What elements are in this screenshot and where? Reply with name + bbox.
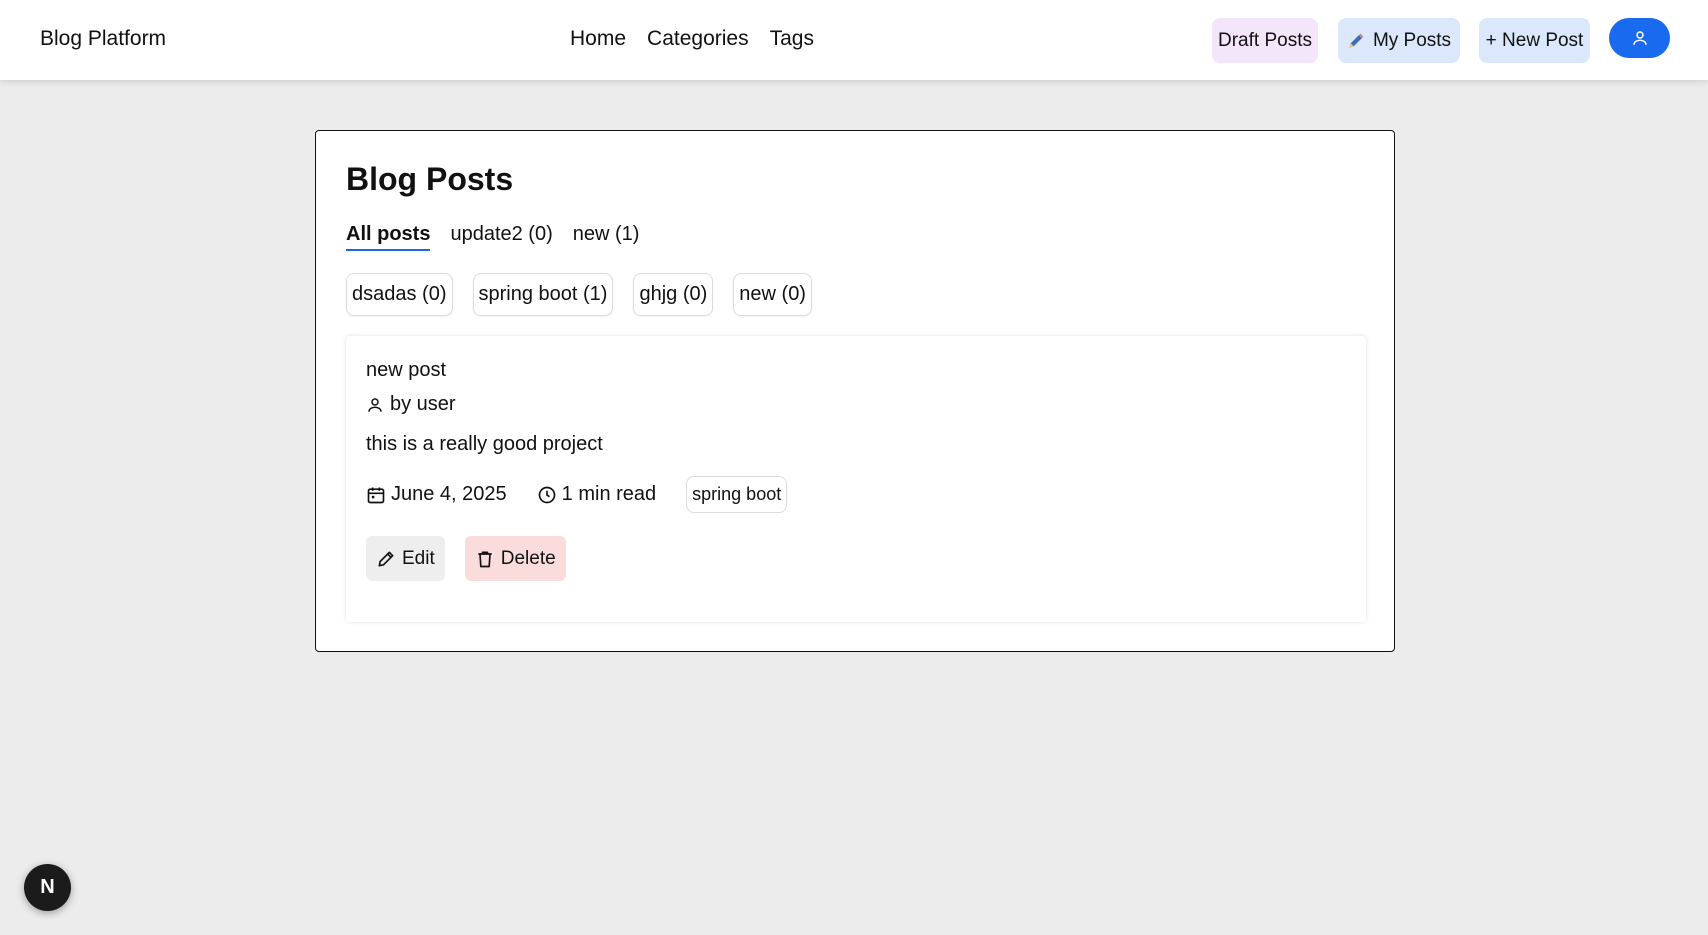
tab-new[interactable]: new (1) xyxy=(573,223,640,251)
tab-all-posts[interactable]: All posts xyxy=(346,223,431,251)
tag-filter-new[interactable]: new (0) xyxy=(733,273,812,316)
post-read-time-label: 1 min read xyxy=(561,483,657,505)
post-author: by user xyxy=(366,393,456,416)
post-meta: June 4, 2025 1 min read spring boot xyxy=(366,476,788,513)
clock-icon xyxy=(537,485,557,505)
user-icon xyxy=(366,396,384,414)
new-post-button[interactable]: + New Post xyxy=(1479,18,1590,63)
draft-posts-button[interactable]: Draft Posts xyxy=(1212,18,1318,63)
user-icon xyxy=(1631,29,1649,47)
tag-filter-ghjg[interactable]: ghjg (0) xyxy=(633,273,714,316)
nav-tags[interactable]: Tags xyxy=(770,27,814,51)
category-tabs: All posts update2 (0) new (1) xyxy=(346,223,639,251)
post-excerpt: this is a really good project xyxy=(366,433,603,455)
main-nav: Home Categories Tags xyxy=(570,27,814,51)
delete-button[interactable]: Delete xyxy=(464,536,566,581)
pencil-icon xyxy=(1347,32,1365,50)
user-menu-button[interactable] xyxy=(1609,18,1670,58)
tab-update2[interactable]: update2 (0) xyxy=(450,223,552,251)
calendar-icon xyxy=(366,485,386,505)
nextjs-badge[interactable]: N xyxy=(24,864,71,911)
trash-icon xyxy=(475,549,495,569)
post-read-time: 1 min read xyxy=(537,483,657,506)
edit-label: Edit xyxy=(402,547,435,569)
edit-button[interactable]: Edit xyxy=(366,536,445,581)
pencil-icon xyxy=(376,549,396,569)
post-actions: Edit Delete xyxy=(366,536,566,581)
nav-home[interactable]: Home xyxy=(570,27,626,51)
top-navbar: Blog Platform Home Categories Tags Draft… xyxy=(0,0,1708,80)
post-date-label: June 4, 2025 xyxy=(391,483,507,505)
nav-categories[interactable]: Categories xyxy=(647,27,749,51)
tag-filter-dsadas[interactable]: dsadas (0) xyxy=(346,273,453,316)
my-posts-button[interactable]: My Posts xyxy=(1338,18,1460,63)
post-card[interactable]: new post by user this is a really good p… xyxy=(346,336,1366,622)
my-posts-label: My Posts xyxy=(1372,29,1452,51)
tag-filter-spring-boot[interactable]: spring boot (1) xyxy=(472,273,614,316)
brand-title[interactable]: Blog Platform xyxy=(40,27,166,51)
post-title[interactable]: new post xyxy=(366,359,446,382)
new-post-label: + New Post xyxy=(1485,29,1584,51)
delete-label: Delete xyxy=(500,547,556,569)
draft-posts-label: Draft Posts xyxy=(1218,29,1312,51)
post-author-label: by user xyxy=(390,393,456,415)
page-title: Blog Posts xyxy=(346,161,514,197)
post-tag[interactable]: spring boot xyxy=(686,476,788,513)
tag-filter-list: dsadas (0) spring boot (1) ghjg (0) new … xyxy=(346,273,812,316)
blog-posts-card: Blog Posts All posts update2 (0) new (1)… xyxy=(315,130,1395,652)
post-date: June 4, 2025 xyxy=(366,483,507,506)
